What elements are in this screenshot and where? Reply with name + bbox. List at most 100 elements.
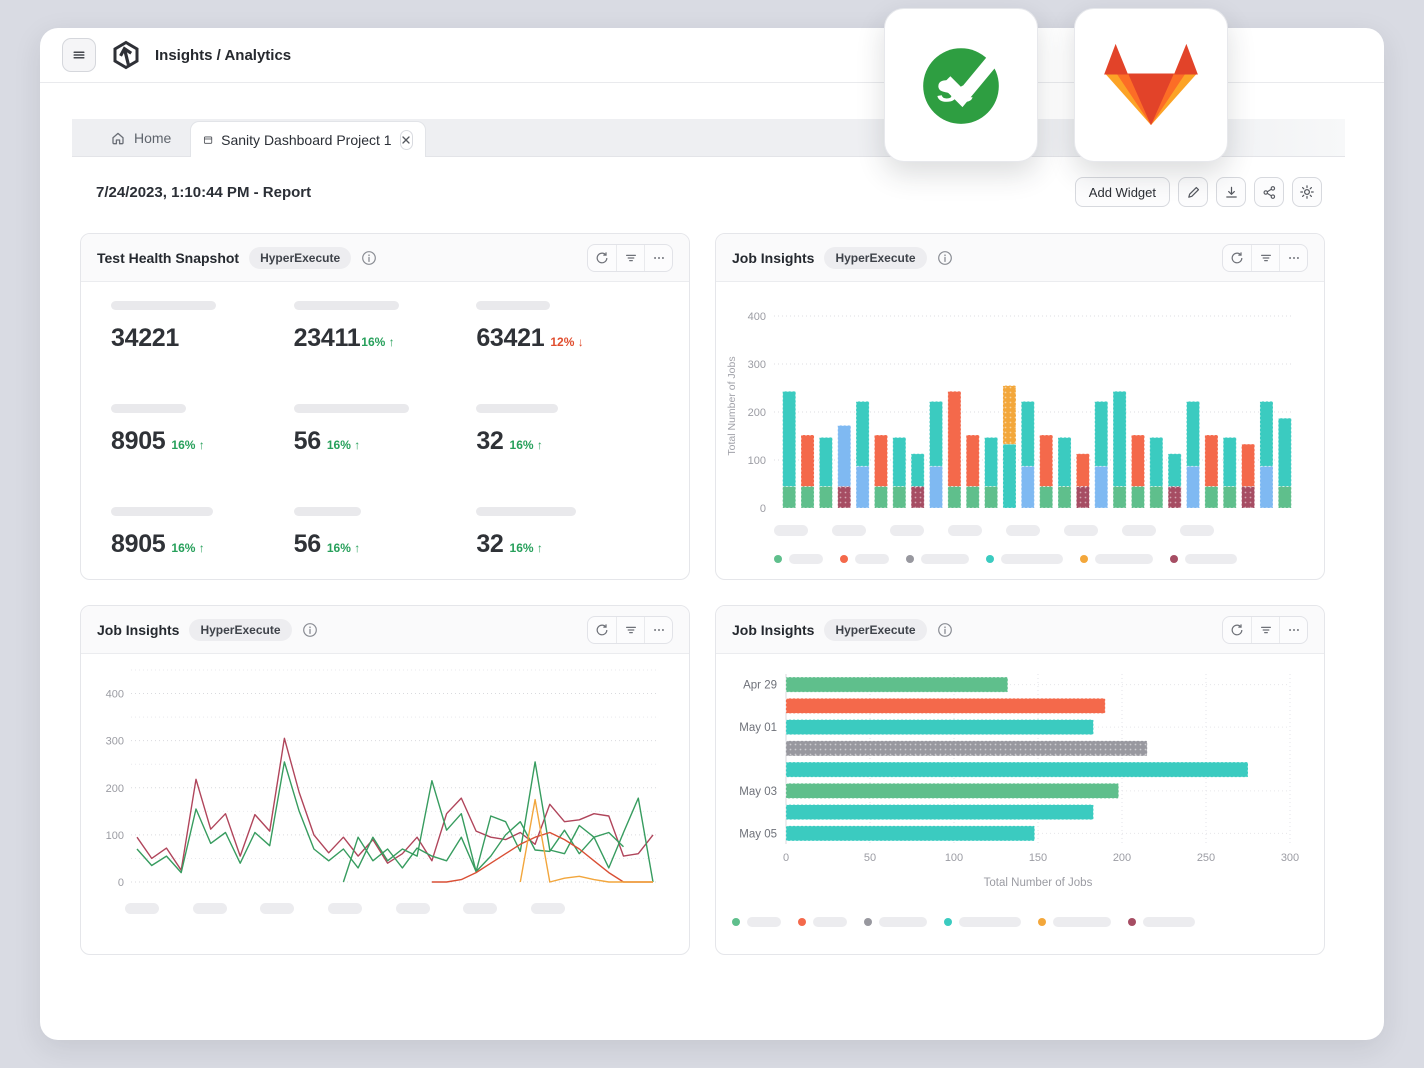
legend-item[interactable]: [944, 917, 1021, 927]
widget-header: Job Insights HyperExecute: [81, 606, 689, 654]
download-button[interactable]: [1216, 177, 1246, 207]
svg-text:Total Number of Jobs: Total Number of Jobs: [726, 356, 738, 455]
pencil-icon: [1186, 185, 1201, 200]
stat-value: 63421: [476, 324, 544, 353]
legend-item[interactable]: [798, 917, 847, 927]
info-icon[interactable]: [937, 250, 953, 266]
svg-text:200: 200: [106, 783, 124, 795]
legend-item[interactable]: [906, 554, 969, 564]
skeleton-label: [832, 525, 866, 536]
legend-item[interactable]: [1170, 554, 1237, 564]
widget-controls: [587, 244, 673, 272]
info-icon[interactable]: [937, 622, 953, 638]
ellipsis-icon: [652, 623, 666, 637]
app-logo: [110, 39, 142, 71]
tab-home-label: Home: [134, 130, 171, 146]
selenium-card[interactable]: Se: [884, 8, 1038, 162]
svg-text:0: 0: [118, 877, 124, 889]
chart-legend: [774, 554, 1324, 564]
filter-button[interactable]: [616, 245, 644, 271]
menu-button[interactable]: [62, 38, 96, 72]
tab-home[interactable]: Home: [100, 119, 181, 156]
refresh-button[interactable]: [588, 245, 616, 271]
legend-dot: [1038, 918, 1046, 926]
legend-dot: [774, 555, 782, 563]
skeleton-label: [463, 903, 497, 914]
legend-item[interactable]: [774, 554, 823, 564]
refresh-button[interactable]: [588, 617, 616, 643]
stat-value: 32: [476, 427, 503, 456]
svg-text:100: 100: [106, 830, 124, 842]
legend-dot: [864, 918, 872, 926]
skeleton-label: [111, 301, 216, 310]
legend-item[interactable]: [864, 917, 927, 927]
legend-item[interactable]: [732, 917, 781, 927]
stat-cell: 5616% ↑: [294, 401, 477, 504]
skeleton-label: [1143, 917, 1195, 927]
svg-text:0: 0: [783, 852, 789, 864]
filter-button[interactable]: [1251, 617, 1279, 643]
skeleton-label: [193, 903, 227, 914]
filter-button[interactable]: [616, 617, 644, 643]
refresh-icon: [595, 251, 609, 265]
stat-cell: 3216% ↑: [476, 401, 659, 504]
skeleton-label: [294, 301, 399, 310]
legend-item[interactable]: [1128, 917, 1195, 927]
info-icon[interactable]: [302, 622, 318, 638]
widget-title: Job Insights: [732, 622, 814, 638]
widget-header: Job Insights HyperExecute: [716, 606, 1324, 654]
svg-text:400: 400: [748, 311, 766, 323]
refresh-icon: [1230, 623, 1244, 637]
widget-test-health-snapshot: Test Health Snapshot HyperExecute 342212…: [80, 233, 690, 580]
refresh-button[interactable]: [1223, 617, 1251, 643]
edit-button[interactable]: [1178, 177, 1208, 207]
filter-button[interactable]: [1251, 245, 1279, 271]
main-page: Insights / Analytics Home Sanity Dashboa…: [40, 28, 1384, 1040]
more-button[interactable]: [644, 245, 672, 271]
close-tab-button[interactable]: [400, 130, 413, 150]
legend-item[interactable]: [840, 554, 889, 564]
more-button[interactable]: [644, 617, 672, 643]
add-widget-button[interactable]: Add Widget: [1075, 177, 1170, 207]
stat-value: 32: [476, 530, 503, 559]
svg-text:300: 300: [1281, 852, 1299, 864]
gitlab-card[interactable]: [1074, 8, 1228, 162]
skeleton-label: [774, 525, 808, 536]
close-icon: [401, 135, 411, 145]
page-title: Insights / Analytics: [155, 47, 291, 64]
more-button[interactable]: [1279, 245, 1307, 271]
filter-icon: [1259, 251, 1273, 265]
svg-text:250: 250: [1197, 852, 1215, 864]
svg-text:May 03: May 03: [739, 786, 777, 798]
svg-text:200: 200: [1113, 852, 1131, 864]
hyperexecute-badge: HyperExecute: [249, 247, 351, 269]
svg-text:100: 100: [945, 852, 963, 864]
widget-job-insights-hbar: Job Insights HyperExecute 05010015020025…: [715, 605, 1325, 955]
legend-item[interactable]: [1080, 554, 1153, 564]
info-icon[interactable]: [361, 250, 377, 266]
stat-value: 8905: [111, 530, 165, 559]
svg-text:May 05: May 05: [739, 828, 777, 840]
legend-item[interactable]: [1038, 917, 1111, 927]
report-title: 7/24/2023, 1:10:44 PM - Report: [96, 184, 311, 201]
skeleton-label: [260, 903, 294, 914]
legend-dot: [798, 918, 806, 926]
report-toolbar: 7/24/2023, 1:10:44 PM - Report Add Widge…: [96, 174, 1322, 210]
widget-header: Test Health Snapshot HyperExecute: [81, 234, 689, 282]
skeleton-label: [476, 301, 550, 310]
settings-button[interactable]: [1292, 177, 1322, 207]
refresh-button[interactable]: [1223, 245, 1251, 271]
share-icon: [1262, 185, 1277, 200]
widget-job-insights-line: Job Insights HyperExecute 0100200300400: [80, 605, 690, 955]
tab-dashboard[interactable]: Sanity Dashboard Project 1: [190, 121, 426, 157]
hyperexecute-badge: HyperExecute: [824, 247, 926, 269]
stats-grid: 342212341116% ↑6342112% ↓890516% ↑5616% …: [81, 282, 689, 580]
share-button[interactable]: [1254, 177, 1284, 207]
skeleton-label: [1185, 554, 1237, 564]
stat-cell: 5616% ↑: [294, 504, 477, 580]
legend-dot: [1170, 555, 1178, 563]
skeleton-label: [294, 507, 361, 516]
skeleton-label: [1006, 525, 1040, 536]
legend-item[interactable]: [986, 554, 1063, 564]
more-button[interactable]: [1279, 617, 1307, 643]
